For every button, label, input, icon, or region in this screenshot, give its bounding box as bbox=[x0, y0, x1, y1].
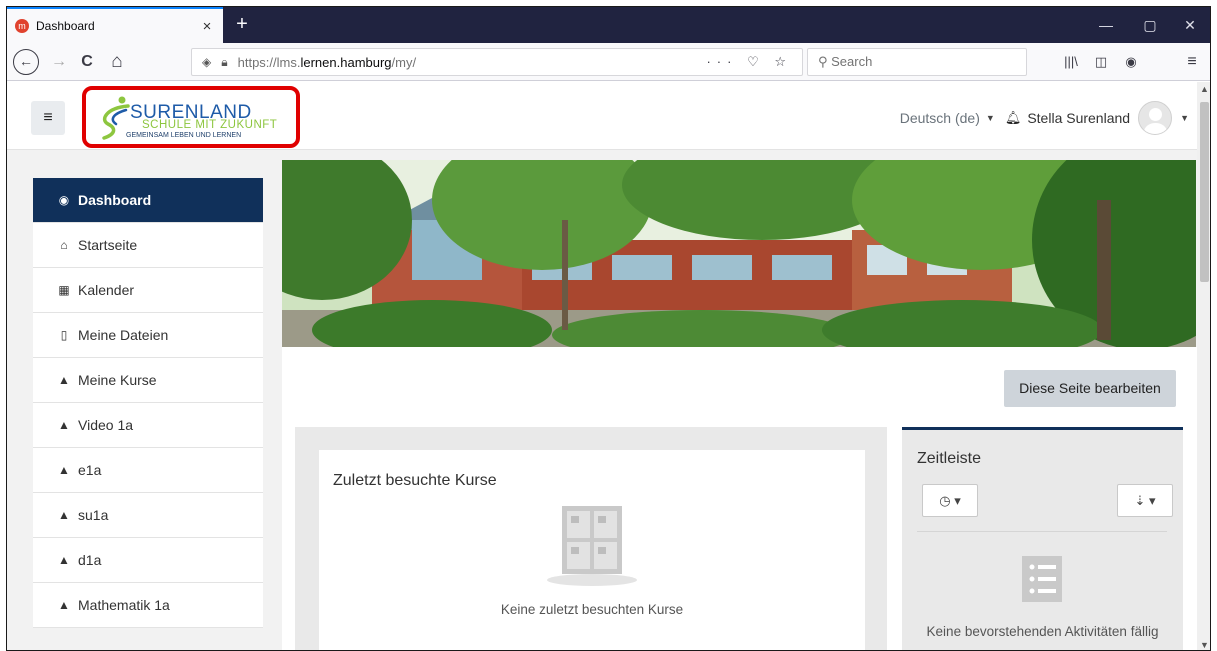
search-placeholder: Search bbox=[831, 54, 873, 69]
home-icon: ⌂ bbox=[60, 238, 68, 252]
search-input[interactable]: ⚲ Search bbox=[807, 48, 1027, 76]
timeline-empty-text: Keine bevorstehenden Aktivitäten fällig bbox=[926, 624, 1159, 639]
activities-empty-icon bbox=[1022, 556, 1062, 602]
sidebar-item-meine-dateien[interactable]: ▯ Meine Dateien bbox=[33, 313, 263, 358]
browser-window: m Dashboard × + — ▢ ✕ ← → C ⌂ ◈ 🔒︎ https… bbox=[6, 6, 1211, 651]
sidebar-item-startseite[interactable]: ⌂ Startseite bbox=[33, 223, 263, 268]
scroll-down-icon[interactable]: ▼ bbox=[1197, 640, 1210, 650]
sidebar-item-mathematik-1a[interactable]: ▲ Mathematik 1a bbox=[33, 583, 263, 628]
sidebar-item-meine-kurse[interactable]: ▲ Meine Kurse bbox=[33, 358, 263, 403]
file-icon: ▯ bbox=[60, 328, 68, 342]
user-name[interactable]: Stella Surenland bbox=[1027, 110, 1130, 126]
sidebar-item-label: Meine Kurse bbox=[78, 372, 157, 388]
timeline-divider bbox=[917, 531, 1167, 532]
new-tab-button[interactable]: + bbox=[229, 11, 255, 37]
logo-subline: GEMEINSAM LEBEN UND LERNEN bbox=[126, 132, 242, 139]
sidebar-item-label: su1a bbox=[78, 507, 109, 523]
site-header: ≡ SURENLAND SCHULE MIT ZUKUNFT GEMEINSAM… bbox=[7, 82, 1197, 150]
sidebar-item-label: Kalender bbox=[78, 282, 135, 298]
reload-button[interactable]: C bbox=[73, 48, 101, 76]
dashboard-icon: ◉ bbox=[58, 193, 70, 207]
timeline-sort-dropdown[interactable]: ⇣ ▾ bbox=[1117, 484, 1173, 517]
home-button[interactable]: ⌂ bbox=[103, 48, 131, 76]
sidebar-item-e1a[interactable]: ▲ e1a bbox=[33, 448, 263, 493]
page-scrollbar[interactable]: ▲ ▼ bbox=[1197, 82, 1210, 650]
language-menu[interactable]: Deutsch (de) bbox=[900, 110, 980, 126]
graduation-cap-icon: ▲ bbox=[58, 418, 70, 432]
scroll-up-icon[interactable]: ▲ bbox=[1197, 84, 1210, 94]
close-window-button[interactable]: ✕ bbox=[1168, 7, 1210, 43]
hamburger-menu-button[interactable]: ≡ bbox=[31, 101, 65, 135]
sidebar-nav: ◉ Dashboard ⌂ Startseite ▦ Kalender ▯ Meine … bbox=[33, 178, 263, 628]
calendar-icon: ▦ bbox=[58, 283, 70, 297]
sidebar-item-d1a[interactable]: ▲ d1a bbox=[33, 538, 263, 583]
search-icon: ⚲ bbox=[818, 54, 832, 69]
bell-icon[interactable]: 🔔︎ bbox=[1005, 110, 1022, 126]
navigation-bar: ← → C ⌂ ◈ 🔒︎ https://lms.lernen.hamburg/… bbox=[7, 43, 1210, 81]
user-area: Deutsch (de) ▼ 🔔︎ Stella Surenland ▼ bbox=[900, 101, 1189, 135]
timeline-block: Zeitleiste ◷ ▾ ⇣ ▾ Keine bevorstehenden … bbox=[902, 427, 1183, 650]
sidebar-item-label: Mathematik 1a bbox=[78, 597, 170, 613]
graduation-cap-icon: ▲ bbox=[58, 598, 70, 612]
restore-button[interactable]: ▢ bbox=[1128, 7, 1172, 43]
graduation-cap-icon: ▲ bbox=[58, 463, 70, 477]
logo-tagline: SCHULE MIT ZUKUNFT bbox=[142, 119, 278, 131]
page-actions[interactable]: ··· ♡ ☆ bbox=[706, 54, 792, 70]
timeline-filter-dropdown[interactable]: ◷ ▾ bbox=[922, 484, 978, 517]
minimize-button[interactable]: — bbox=[1084, 7, 1128, 43]
moodle-favicon-icon: m bbox=[15, 19, 29, 33]
sidebar-item-label: Dashboard bbox=[78, 192, 152, 208]
sidebar-item-label: e1a bbox=[78, 462, 102, 478]
url-text[interactable]: https://lms.lernen.hamburg/my/ bbox=[238, 55, 707, 70]
url-bar[interactable]: ◈ 🔒︎ https://lms.lernen.hamburg/my/ ··· … bbox=[191, 48, 803, 76]
graduation-cap-icon: ▲ bbox=[58, 508, 70, 522]
menu-icon[interactable]: ≡ bbox=[1178, 48, 1206, 76]
user-menu-chevron-icon[interactable]: ▼ bbox=[1180, 113, 1189, 123]
page-viewport: ≡ SURENLAND SCHULE MIT ZUKUNFT GEMEINSAM… bbox=[7, 82, 1197, 650]
sidebar-item-label: Video 1a bbox=[78, 417, 134, 433]
lock-icon[interactable]: 🔒︎ bbox=[221, 55, 227, 70]
graduation-cap-icon: ▲ bbox=[58, 553, 70, 567]
chevron-down-icon[interactable]: ▼ bbox=[986, 113, 995, 123]
tab-close-icon[interactable]: × bbox=[199, 18, 215, 35]
recent-courses-title: Zuletzt besuchte Kurse bbox=[333, 472, 497, 489]
courses-empty-icon bbox=[547, 506, 637, 586]
sidebar-icon[interactable]: ◫ bbox=[1087, 48, 1115, 76]
tab-title: Dashboard bbox=[36, 19, 95, 33]
recent-courses-empty-text: Keine zuletzt besuchten Kurse bbox=[500, 602, 684, 617]
recent-courses-card: Zuletzt besuchte Kurse Keine zuletzt bes… bbox=[319, 450, 865, 650]
school-banner-image bbox=[282, 160, 1196, 347]
site-logo[interactable]: SURENLAND SCHULE MIT ZUKUNFT GEMEINSAM L… bbox=[82, 86, 300, 148]
sidebar-item-kalender[interactable]: ▦ Kalender bbox=[33, 268, 263, 313]
back-button[interactable]: ← bbox=[13, 49, 39, 75]
shield-icon[interactable]: ◈ bbox=[202, 55, 211, 69]
timeline-title: Zeitleiste bbox=[917, 450, 982, 467]
account-icon[interactable]: ◉ bbox=[1117, 48, 1145, 76]
sidebar-item-su1a[interactable]: ▲ su1a bbox=[33, 493, 263, 538]
library-icon[interactable]: |||\ bbox=[1057, 48, 1085, 76]
sidebar-item-label: Meine Dateien bbox=[78, 327, 169, 343]
sidebar-item-video-1a[interactable]: ▲ Video 1a bbox=[33, 403, 263, 448]
avatar[interactable] bbox=[1138, 101, 1173, 135]
scrollbar-thumb[interactable] bbox=[1200, 102, 1209, 282]
forward-button[interactable]: → bbox=[45, 48, 73, 76]
edit-page-button[interactable]: Diese Seite bearbeiten bbox=[1004, 370, 1176, 407]
tab-dashboard[interactable]: m Dashboard × bbox=[7, 7, 223, 43]
graduation-cap-icon: ▲ bbox=[58, 373, 70, 387]
sidebar-item-label: Startseite bbox=[78, 237, 138, 253]
tab-bar: m Dashboard × + — ▢ ✕ bbox=[7, 7, 1210, 43]
sidebar-item-label: d1a bbox=[78, 552, 102, 568]
sidebar-item-dashboard[interactable]: ◉ Dashboard bbox=[33, 178, 263, 223]
